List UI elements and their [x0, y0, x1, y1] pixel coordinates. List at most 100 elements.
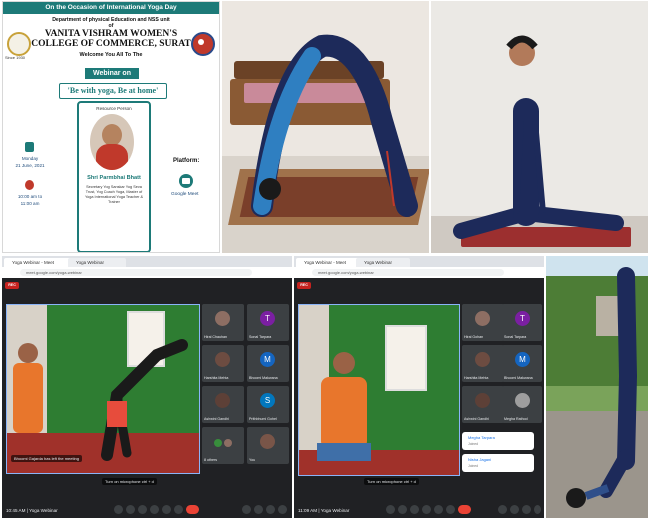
participant-name: You	[249, 458, 256, 462]
browser-tab[interactable]: Yoga Webinar	[68, 258, 126, 267]
poster-since: Since 1930	[5, 55, 26, 60]
participant-tile[interactable]: 8 others	[202, 427, 244, 464]
main-video-tile[interactable]: Bhoomi Gajarda has left the meeting	[6, 304, 200, 474]
participant-tile[interactable]: Ashwini Gandhi	[462, 386, 504, 423]
browser-address-bar: meet.google.com/yoga-webinar	[2, 267, 292, 278]
resource-person-photo	[90, 114, 134, 170]
activities-icon[interactable]	[534, 505, 541, 514]
participant-name: Bhoomi Makwana	[504, 376, 533, 380]
instructor-figure	[13, 339, 188, 461]
participant-name: Ashwini Gandhi	[464, 417, 489, 421]
meet-controls-bar: 10:45 AM | Yoga Webinar	[2, 500, 292, 518]
activities-icon[interactable]	[278, 505, 287, 514]
info-icon[interactable]	[498, 505, 507, 514]
join-notification[interactable]: Megha Tarpara Joined	[462, 432, 534, 450]
yoga-photo-backbend	[222, 1, 429, 253]
mic-icon[interactable]	[386, 505, 395, 514]
present-icon[interactable]	[162, 505, 171, 514]
people-icon[interactable]	[510, 505, 519, 514]
meeting-left-notice: Bhoomi Gajarda has left the meeting	[11, 455, 82, 462]
participant-name: Megha Rathod	[504, 417, 528, 421]
participant-name: Sonal Tarpara	[504, 335, 527, 339]
poster-webinar-label: Webinar on	[85, 68, 139, 79]
resource-person-info: Secretary Yog Sanskar Yog Seva Trust, Yo…	[84, 185, 144, 204]
clock-icon	[25, 180, 34, 190]
participant-tile[interactable]: Harshita Mehta	[202, 345, 244, 382]
captions-icon[interactable]	[410, 505, 419, 514]
raise-hand-icon[interactable]	[422, 505, 431, 514]
participant-avatar: M	[515, 352, 530, 367]
meet-logo-icon	[179, 174, 193, 188]
yoga-photo-shoulderstand	[546, 256, 648, 518]
captions-icon[interactable]	[138, 505, 147, 514]
browser-tab[interactable]: Yoga Webinar - Meet	[4, 258, 72, 267]
participant-tile[interactable]: Megha Rathod	[502, 386, 542, 423]
calendar-icon	[25, 142, 34, 152]
participant-name: 8 others	[204, 458, 217, 462]
url-field[interactable]: meet.google.com/yoga-webinar	[312, 269, 504, 276]
participant-tile[interactable]: Harshita Mehta	[462, 345, 504, 382]
participant-tile[interactable]: T Sonal Tarpara	[247, 304, 289, 341]
more-options-icon[interactable]	[174, 505, 183, 514]
meeting-clock: 10:45 AM | Yoga Webinar	[6, 508, 58, 513]
poster-date: 21 June, 2021	[15, 163, 45, 168]
end-call-icon[interactable]	[458, 505, 471, 514]
participant-avatar: T	[515, 311, 530, 326]
main-video-tile[interactable]	[298, 304, 460, 476]
present-icon[interactable]	[434, 505, 443, 514]
people-icon[interactable]	[254, 505, 263, 514]
participant-tile[interactable]: Hiral Chauhan	[202, 304, 244, 341]
participant-name: Harshita Mehta	[464, 376, 489, 380]
more-options-icon[interactable]	[446, 505, 455, 514]
participant-avatar: M	[260, 352, 275, 367]
participant-name: Prithbhumi Gohel	[249, 417, 277, 421]
participant-tile[interactable]: M Bhoomi Makwana	[502, 345, 542, 382]
chat-icon[interactable]	[266, 505, 275, 514]
recording-badge: REC	[5, 282, 19, 289]
poster-time-from: 10:00 am to	[17, 194, 43, 199]
poster-platform: Google Meet	[171, 192, 199, 197]
participant-tile[interactable]: Hiral Gohan	[462, 304, 504, 341]
participant-name: Bhoomi Makwana	[249, 376, 278, 380]
instructor-figure	[317, 352, 371, 461]
camera-icon[interactable]	[398, 505, 407, 514]
notification-title: Nisha Jagani	[468, 457, 492, 462]
mic-notice: Turn on microphone ctrl + d	[364, 478, 419, 485]
participant-tile[interactable]: T Sonal Tarpara	[502, 304, 542, 341]
webinar-poster: On the Occasion of International Yoga Da…	[2, 1, 220, 253]
participant-name: Hiral Gohan	[464, 335, 484, 339]
browser-tab[interactable]: Yoga Webinar - Meet	[296, 258, 360, 267]
poster-college-name: VANITA VISHRAM WOMEN'S COLLEGE OF COMMER…	[31, 29, 191, 49]
url-field[interactable]: meet.google.com/yoga-webinar	[20, 269, 252, 276]
poster-welcome: Welcome You All To The	[79, 52, 143, 58]
browser-tab[interactable]: Yoga Webinar	[356, 258, 410, 267]
info-icon[interactable]	[242, 505, 251, 514]
notification-sub: Joined	[468, 464, 478, 468]
yoga-photo-splits	[431, 1, 648, 253]
join-notification[interactable]: Nisha Jagani Joined	[462, 454, 534, 472]
raise-hand-icon[interactable]	[150, 505, 159, 514]
participant-tile[interactable]: S Prithbhumi Gohel	[247, 386, 289, 423]
participant-tile[interactable]: Ashwini Gandhi	[202, 386, 244, 423]
meet-controls-bar: 11:09 AM | Yoga Webinar	[294, 500, 544, 518]
meet-screenshot-right: Yoga Webinar - Meet Yoga Webinar meet.go…	[294, 256, 544, 518]
participant-avatar: S	[260, 393, 275, 408]
participant-name: Ashwini Gandhi	[204, 417, 229, 421]
notification-sub: Joined	[468, 442, 478, 446]
browser-tabbar: Yoga Webinar - Meet Yoga Webinar	[294, 256, 544, 267]
poster-theme: 'Be with yoga, Be at home'	[59, 83, 167, 99]
poster-time-to: 11:00 am	[20, 201, 40, 206]
browser-address-bar: meet.google.com/yoga-webinar	[294, 267, 544, 278]
notification-title: Megha Tarpara	[468, 435, 495, 440]
camera-icon[interactable]	[126, 505, 135, 514]
chat-icon[interactable]	[522, 505, 531, 514]
participant-name: Sonal Tarpara	[249, 335, 272, 339]
resource-person-title: Resource Person	[96, 106, 132, 111]
participant-tile[interactable]: M Bhoomi Makwana	[247, 345, 289, 382]
participant-tile[interactable]: You	[247, 427, 289, 464]
poster-day: Monday	[21, 156, 39, 161]
mic-notice: Turn on microphone ctrl + d	[102, 478, 157, 485]
mic-icon[interactable]	[114, 505, 123, 514]
end-call-icon[interactable]	[186, 505, 199, 514]
yogini-shoulderstand-figure	[566, 267, 638, 508]
